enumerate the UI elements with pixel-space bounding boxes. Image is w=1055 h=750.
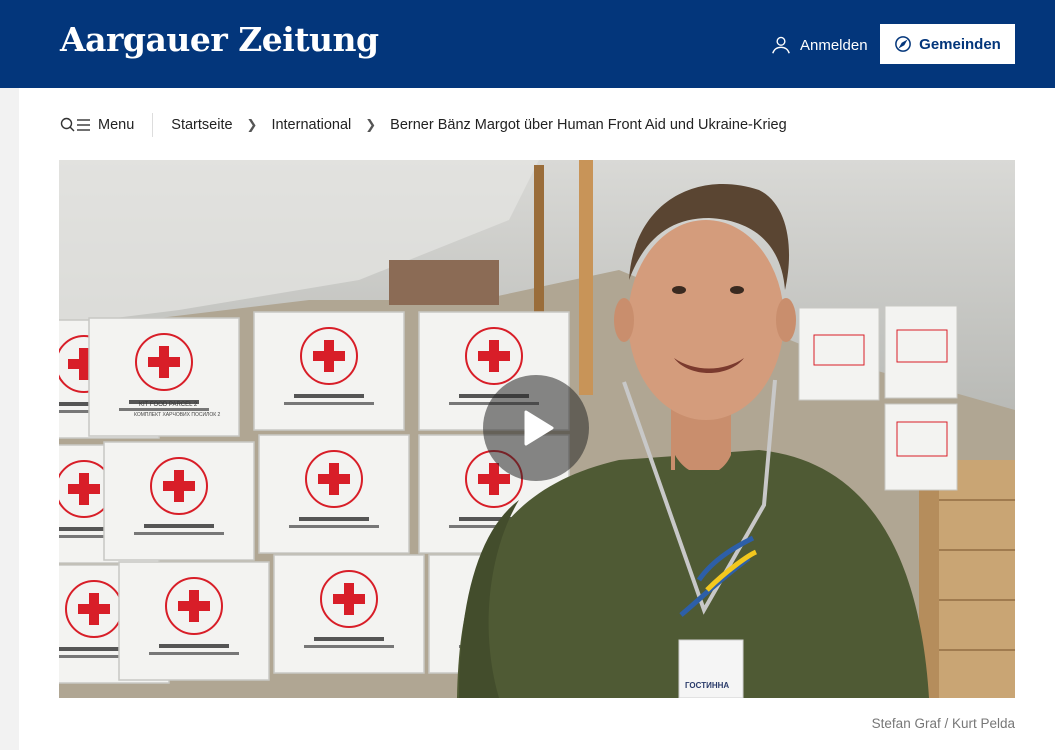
gemeinden-label: Gemeinden — [919, 35, 1001, 53]
media-credit: Stefan Graf / Kurt Pelda — [871, 716, 1015, 731]
badge-label: ГОСТИННА — [685, 681, 729, 690]
chevron-right-icon: ❯ — [246, 117, 258, 132]
breadcrumb-current-article: Berner Bänz Margot über Human Front Aid … — [390, 117, 787, 133]
box-label: KIT FOOD PARCEL 2 — [139, 402, 198, 408]
play-button[interactable] — [483, 375, 589, 481]
menu-button[interactable]: Menu — [60, 117, 134, 133]
site-header: Aargauer Zeitung Anmelden Gemeinden — [0, 0, 1055, 88]
login-label: Anmelden — [800, 36, 868, 54]
compass-icon — [895, 36, 912, 52]
breadcrumb-international[interactable]: International — [271, 117, 351, 133]
chevron-right-icon: ❯ — [365, 117, 377, 132]
breadcrumb: Menu Startseite ❯ International ❯ Berner… — [60, 110, 1020, 140]
gemeinden-button[interactable]: Gemeinden — [880, 24, 1015, 64]
site-logo[interactable]: Aargauer Zeitung — [60, 20, 379, 59]
user-icon — [772, 36, 790, 54]
box-label-ukr: КОМПЛЕКТ ХАРЧОВИХ ПОСИЛОК 2 — [134, 412, 221, 418]
breadcrumb-startseite[interactable]: Startseite — [171, 117, 232, 133]
login-link[interactable]: Anmelden — [770, 33, 868, 57]
play-icon — [524, 410, 554, 446]
menu-label: Menu — [98, 117, 135, 133]
breadcrumb-divider — [152, 113, 154, 137]
search-menu-icon — [60, 117, 90, 132]
video-player[interactable]: KIT FOOD PARCEL 2 КОМПЛЕКТ ХАРЧОВИХ ПОСИ… — [59, 160, 1015, 698]
